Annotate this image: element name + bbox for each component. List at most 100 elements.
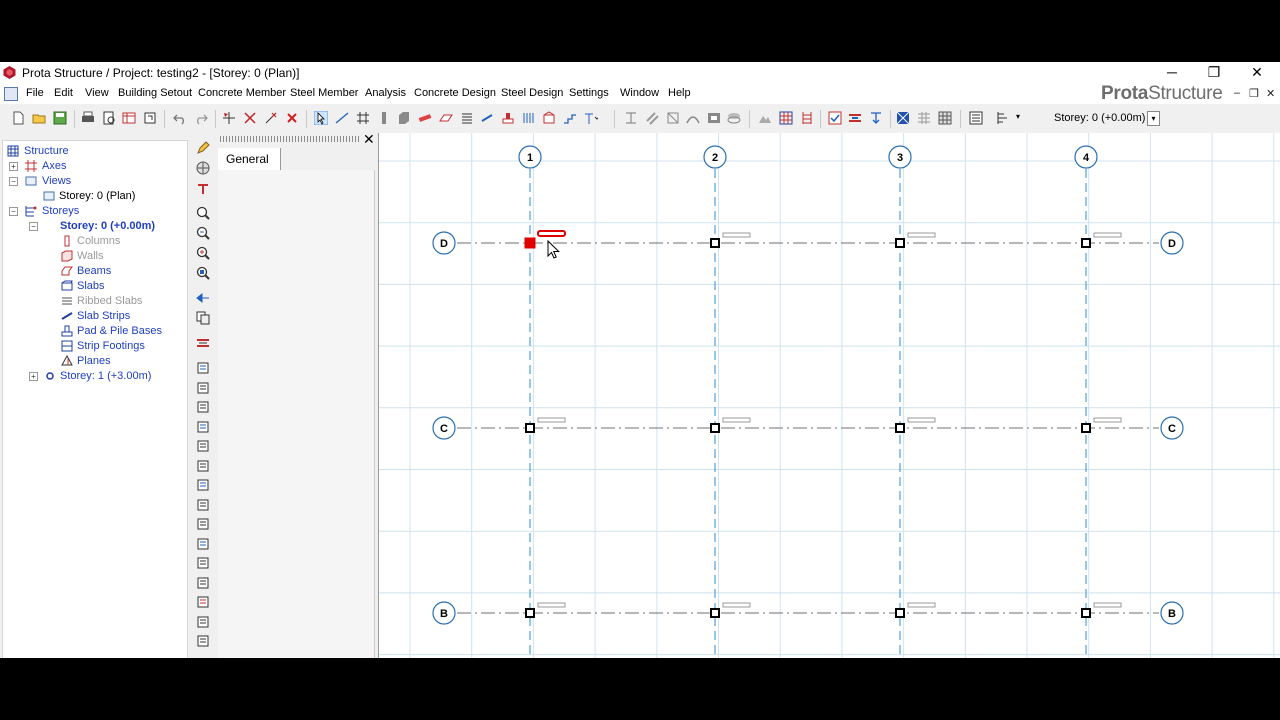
table-icon[interactable]: [917, 111, 931, 125]
text-tool-icon[interactable]: [196, 182, 210, 196]
pan-icon[interactable]: [196, 291, 210, 305]
terrain-icon[interactable]: [758, 111, 772, 125]
ribbed-slab-icon[interactable]: [460, 111, 474, 125]
report-stack-6-icon[interactable]: [196, 459, 210, 473]
report-stack-3-icon[interactable]: [196, 400, 210, 414]
column-node[interactable]: [895, 423, 905, 433]
strip-footing-icon[interactable]: [522, 111, 536, 125]
menu-help[interactable]: Help: [668, 87, 691, 99]
save-icon[interactable]: [53, 111, 67, 125]
print-preview-icon[interactable]: [102, 111, 116, 125]
view-options-dropdown-icon[interactable]: [996, 111, 1010, 125]
pane-grip[interactable]: [220, 136, 360, 142]
collapse-storeys-icon[interactable]: −: [9, 207, 18, 216]
loads-icon[interactable]: [869, 111, 883, 125]
undo-icon[interactable]: [173, 111, 187, 125]
selected-column[interactable]: [524, 237, 536, 249]
menu-window[interactable]: Window: [620, 87, 659, 99]
report-stack-5-icon[interactable]: [196, 439, 210, 453]
menu-concrete-design[interactable]: Concrete Design: [414, 87, 496, 99]
tab-general[interactable]: General: [218, 148, 281, 170]
menu-building-setout[interactable]: Building Setout: [118, 87, 192, 99]
collapse-views-icon[interactable]: −: [9, 177, 18, 186]
column-node[interactable]: [710, 238, 720, 248]
slab-strip-icon[interactable]: [480, 111, 494, 125]
report-stack-1-icon[interactable]: [196, 361, 210, 375]
globe-icon[interactable]: [196, 161, 210, 175]
menu-file[interactable]: File: [26, 87, 44, 99]
menu-analysis[interactable]: Analysis: [365, 87, 406, 99]
menu-edit[interactable]: Edit: [54, 87, 73, 99]
pencil-icon[interactable]: [196, 141, 210, 155]
chevron-down-icon[interactable]: ▾: [1147, 111, 1160, 126]
report-stack-14-icon[interactable]: [196, 615, 210, 629]
report-icon[interactable]: [122, 111, 136, 125]
measure-icon[interactable]: [196, 336, 210, 350]
plan-canvas[interactable]: D D C C B B 1 2 3 4: [378, 133, 1280, 658]
report-stack-4-icon[interactable]: [196, 420, 210, 434]
expand-axes-icon[interactable]: +: [9, 162, 18, 171]
move-icon[interactable]: [222, 111, 236, 125]
restore-button[interactable]: ❐: [1192, 62, 1236, 84]
menu-steel-design[interactable]: Steel Design: [501, 87, 563, 99]
storey-selector[interactable]: Storey: 0 (+0.00m) ▾: [1050, 110, 1160, 127]
properties-icon[interactable]: [969, 111, 983, 125]
close-pane-icon[interactable]: ✕: [363, 131, 375, 148]
check-model-icon[interactable]: [828, 111, 842, 125]
delete-member-icon[interactable]: [264, 111, 278, 125]
menu-concrete-member[interactable]: Concrete Member: [198, 87, 286, 99]
slab-icon[interactable]: [439, 111, 453, 125]
column-node[interactable]: [710, 423, 720, 433]
close-button[interactable]: ✕: [1235, 62, 1279, 84]
view-options-arrow-icon[interactable]: ▾: [1016, 112, 1020, 121]
column-node[interactable]: [1081, 608, 1091, 618]
column-icon[interactable]: [377, 111, 391, 125]
menu-view[interactable]: View: [85, 87, 109, 99]
menu-steel-member[interactable]: Steel Member: [290, 87, 358, 99]
mdi-minimize-button[interactable]: ‒: [1234, 87, 1240, 99]
selected-column-label-box[interactable]: [537, 230, 566, 237]
delete-select-icon[interactable]: [243, 111, 257, 125]
opening-icon[interactable]: [707, 111, 721, 125]
arch-icon[interactable]: [686, 111, 700, 125]
dimension-dropdown-icon[interactable]: [584, 111, 598, 125]
column-node[interactable]: [895, 608, 905, 618]
trim-icon[interactable]: [666, 111, 680, 125]
menu-settings[interactable]: Settings: [569, 87, 609, 99]
column-node[interactable]: [1081, 238, 1091, 248]
print-icon[interactable]: [81, 111, 95, 125]
report-stack-15-icon[interactable]: [196, 634, 210, 648]
report-stack-9-icon[interactable]: [196, 517, 210, 531]
wall-icon[interactable]: [397, 111, 411, 125]
mesh-icon[interactable]: [896, 111, 910, 125]
beam-icon[interactable]: [418, 111, 432, 125]
zoom-in-icon[interactable]: [196, 246, 210, 260]
report-stack-2-icon[interactable]: [196, 381, 210, 395]
frame-elevation-icon[interactable]: [800, 111, 814, 125]
report-stack-12-icon[interactable]: [196, 576, 210, 590]
layers-icon[interactable]: [727, 111, 741, 125]
expand-storey-1-icon[interactable]: +: [29, 372, 38, 381]
minimize-button[interactable]: ─: [1150, 62, 1194, 84]
export-icon[interactable]: [143, 111, 157, 125]
grid-axes-icon[interactable]: [356, 111, 370, 125]
grid-view-icon[interactable]: [938, 111, 952, 125]
line-draw-icon[interactable]: [335, 111, 349, 125]
mdi-close-button[interactable]: ✕: [1266, 87, 1275, 100]
report-stack-11-icon[interactable]: [196, 556, 210, 570]
copy-icon[interactable]: [196, 311, 210, 325]
align-icon[interactable]: [624, 111, 638, 125]
mdi-restore-button[interactable]: ❐: [1249, 87, 1259, 100]
planes-icon[interactable]: [542, 111, 556, 125]
redo-icon[interactable]: [194, 111, 208, 125]
zoom-window-icon[interactable]: [196, 206, 210, 220]
plan-drawing[interactable]: D D C C B B 1 2 3 4: [379, 133, 1280, 658]
report-stack-8-icon[interactable]: [196, 498, 210, 512]
document-system-icon[interactable]: [4, 87, 18, 101]
pad-base-icon[interactable]: [501, 111, 515, 125]
column-node[interactable]: [525, 423, 535, 433]
open-folder-icon[interactable]: [32, 111, 46, 125]
collapse-storey-0-icon[interactable]: −: [29, 222, 38, 231]
select-pointer-icon[interactable]: [314, 111, 328, 125]
column-node[interactable]: [710, 608, 720, 618]
